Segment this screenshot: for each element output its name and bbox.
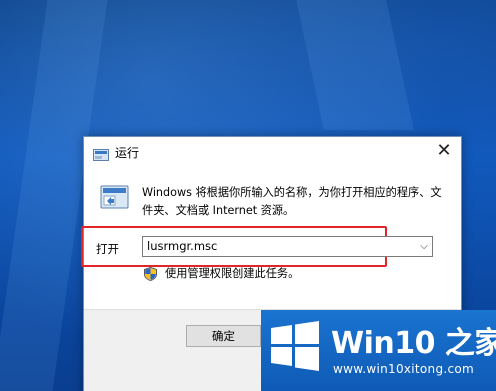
watermark-banner: Win10 之家 www.win10xitong.com (261, 310, 496, 391)
windows-logo-icon (269, 320, 321, 372)
close-icon: ✕ (436, 140, 452, 161)
chevron-down-icon[interactable]: ⌵ (416, 237, 432, 256)
run-app-icon (93, 146, 109, 161)
title-bar[interactable]: 运行 ✕ (84, 137, 461, 168)
close-button[interactable]: ✕ (427, 137, 461, 167)
uac-shield-icon (144, 266, 157, 282)
watermark-url: www.win10xitong.com (333, 362, 475, 376)
open-combobox[interactable]: lusrmgr.msc ⌵ (142, 236, 433, 257)
instruction-text: Windows 将根据你所输入的名称，为你打开相应的程序、文件夹、文档或 Int… (142, 186, 442, 217)
watermark-title: Win10 之家 (331, 326, 496, 361)
ok-button[interactable]: 确定 (186, 325, 261, 347)
run-app-icon (100, 185, 129, 211)
open-label: 打开 (96, 242, 119, 256)
open-input-value[interactable]: lusrmgr.msc (147, 239, 217, 253)
window-title: 运行 (115, 146, 140, 160)
admin-privileges-note: 使用管理权限创建此任务。 (165, 267, 300, 280)
